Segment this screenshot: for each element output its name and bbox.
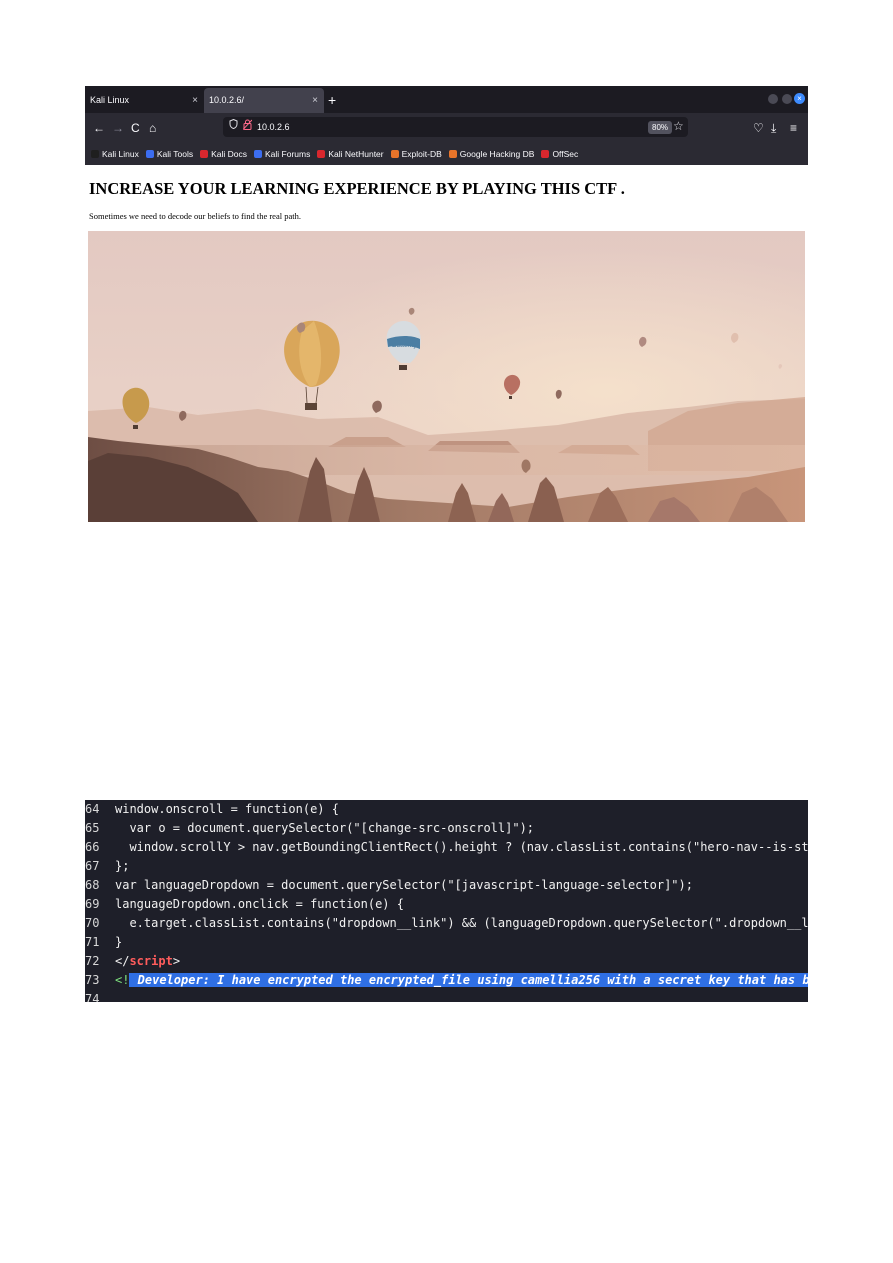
bookmark-item[interactable]: Exploit-DB	[390, 149, 442, 159]
code-line: 71}	[85, 933, 122, 952]
window-close-button[interactable]: ×	[794, 93, 805, 104]
balloon-text: Butterfly	[392, 343, 417, 349]
line-number: 73	[85, 973, 100, 987]
bookmark-label: Kali Linux	[102, 149, 139, 159]
line-number: 67	[85, 859, 100, 873]
insecure-lock-icon[interactable]	[242, 119, 253, 136]
bookmark-item[interactable]: Google Hacking DB	[448, 149, 535, 159]
tab-kali-linux[interactable]: Kali Linux ×	[85, 88, 204, 113]
code-text: window.scrollY > nav.getBoundingClientRe…	[129, 840, 808, 854]
bookmark-label: Kali NetHunter	[328, 149, 384, 159]
bookmark-favicon-icon	[541, 150, 550, 158]
code-text: var o = document.querySelector("[change-…	[115, 821, 535, 835]
code-text: };	[115, 859, 130, 873]
bookmarks-toolbar: Kali Linux Kali Tools Kali Docs Kali Forums…	[85, 143, 808, 165]
bookmark-favicon-icon	[200, 150, 209, 158]
code-text: }	[115, 935, 123, 949]
comment-open: <!	[115, 973, 130, 987]
bookmark-label: Kali Docs	[211, 149, 247, 159]
download-icon[interactable]: ⤓	[771, 120, 776, 136]
code-text: var languageDropdown = document.querySel…	[115, 878, 693, 892]
bookmark-star-icon[interactable]: ☆	[673, 118, 684, 134]
shield-icon[interactable]	[229, 118, 238, 135]
tab-bar: Kali Linux × 10.0.2.6/ × + ×	[85, 86, 808, 113]
window-maximize-button[interactable]	[782, 94, 792, 104]
bookmark-item[interactable]: Kali Forums	[254, 149, 310, 159]
tab-close-icon[interactable]: ×	[192, 88, 198, 113]
line-number: 71	[85, 935, 100, 949]
url-text[interactable]: 10.0.2.6	[257, 119, 290, 135]
developer-comment-highlighted: Developer: I have encrypted the encrypte…	[129, 973, 808, 987]
navigation-toolbar: ← → C ⌂ 10.0.2.6 80% ☆ ♡ ⤓ ≡	[85, 113, 808, 143]
line-number: 66	[85, 840, 100, 854]
reload-icon[interactable]: C	[131, 120, 140, 136]
line-number: 68	[85, 878, 100, 892]
tab-close-icon[interactable]: ×	[312, 88, 318, 113]
bookmark-favicon-icon	[317, 150, 326, 158]
forward-arrow-icon[interactable]: →	[112, 120, 124, 136]
code-line: 72 </script>	[85, 952, 180, 971]
bookmark-label: OffSec	[552, 149, 579, 159]
line-number: 70	[85, 916, 100, 930]
browser-window: Kali Linux × 10.0.2.6/ × + × ← → C ⌂ 10.…	[85, 86, 808, 522]
hot-air-balloons-image: Butterfly	[88, 231, 805, 522]
line-number: 69	[85, 897, 100, 911]
zoom-level-badge[interactable]: 80%	[648, 121, 673, 134]
tab-active-10-0-2-6[interactable]: 10.0.2.6/ ×	[204, 88, 324, 113]
bookmark-label: Google Hacking DB	[459, 149, 535, 159]
home-icon[interactable]: ⌂	[149, 120, 156, 136]
code-line: 69 languageDropdown.onclick = function(e)…	[85, 895, 404, 914]
code-line: 74	[85, 990, 115, 1002]
bookmark-item[interactable]: Kali NetHunter	[317, 149, 384, 159]
new-tab-button[interactable]: +	[328, 89, 336, 111]
pocket-icon[interactable]: ♡	[753, 120, 764, 136]
code-line: 66 window.scrollY > nav.getBoundingClien…	[85, 838, 808, 857]
bookmark-item[interactable]: Kali Docs	[200, 149, 247, 159]
bookmark-favicon-icon	[254, 150, 262, 158]
bookmark-favicon-icon	[390, 150, 399, 158]
bookmark-label: Exploit-DB	[401, 149, 442, 159]
line-number: 72	[85, 954, 100, 968]
script-tag-name: script	[129, 954, 173, 968]
bookmark-label: Kali Tools	[156, 149, 194, 159]
tag-open-bracket: </	[115, 954, 130, 968]
bookmark-favicon-icon	[145, 150, 154, 158]
back-arrow-icon[interactable]: ←	[93, 120, 105, 136]
web-page: INCREASE YOUR LEARNING EXPERIENCE BY PLA…	[85, 165, 808, 522]
url-bar[interactable]: 10.0.2.6 80% ☆	[223, 117, 688, 137]
bookmark-favicon-icon	[448, 150, 457, 158]
code-text: languageDropdown.onclick = function(e) {	[115, 897, 404, 911]
source-code-view: 64 window.onscroll = function(e) { 65 var …	[85, 800, 808, 1002]
code-line: 73 <! Developer: I have encrypted the enc…	[85, 971, 808, 990]
menu-icon[interactable]: ≡	[790, 120, 797, 136]
line-number: 64	[85, 802, 100, 816]
bookmark-label: Kali Forums	[265, 149, 311, 159]
code-line: 65 var o = document.querySelector("[chan…	[85, 819, 534, 838]
code-text: window.onscroll = function(e) {	[115, 802, 339, 816]
window-minimize-button[interactable]	[768, 94, 778, 104]
code-line: 68 var languageDropdown = document.queryS…	[85, 876, 693, 895]
code-text: e.target.classList.contains("dropdown__l…	[129, 916, 808, 930]
line-number: 65	[85, 821, 100, 835]
code-line: 64 window.onscroll = function(e) {	[85, 800, 339, 819]
tab-label: Kali Linux	[90, 95, 130, 105]
bookmark-item[interactable]: Kali Linux	[91, 149, 139, 159]
page-title: INCREASE YOUR LEARNING EXPERIENCE BY PLA…	[89, 179, 625, 198]
bookmark-item[interactable]: OffSec	[541, 149, 578, 159]
tab-label: 10.0.2.6/	[209, 95, 245, 105]
tag-close-bracket: >	[172, 954, 181, 968]
code-line: 70 e.target.classList.contains("dropdown…	[85, 914, 808, 933]
bookmark-item[interactable]: Kali Tools	[145, 149, 194, 159]
bookmark-favicon-icon	[91, 150, 99, 158]
code-line: 67};	[85, 857, 129, 876]
page-tagline: Sometimes we need to decode our beliefs …	[89, 211, 301, 221]
line-number: 74	[85, 992, 100, 1002]
